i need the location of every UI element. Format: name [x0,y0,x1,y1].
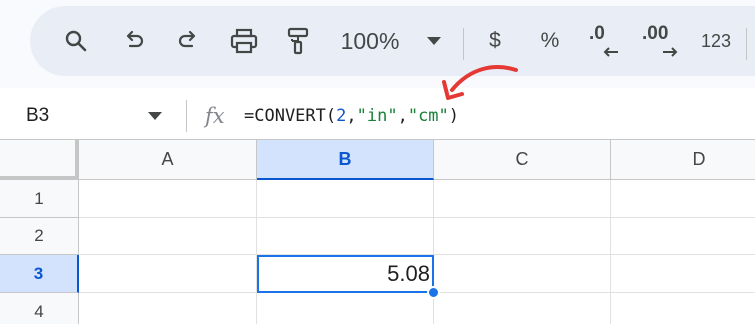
row-header-3[interactable]: 3 [0,255,79,293]
cell-c3[interactable] [434,255,611,293]
cell-d2[interactable] [611,218,755,255]
formula-to-unit: "cm" [407,106,449,126]
arrow-right-icon [663,47,678,57]
spreadsheet-grid: A B C D 1 2 3 4 5.08 [0,139,755,324]
row-header-4[interactable]: 4 [0,293,79,324]
fx-icon: fx [205,104,225,128]
cell-d1[interactable] [611,180,755,218]
annotation-arrow-icon [442,65,518,100]
arrow-left-icon [603,47,618,57]
toolbar: 100% $ % .0 .00 123 [30,6,755,76]
cell-c1[interactable] [434,180,611,218]
redo-button[interactable] [170,6,206,76]
paint-format-icon [287,27,309,55]
decrease-decimal-label: .0 [589,23,605,44]
toolbar-divider [463,28,464,60]
caret-down-icon [427,37,441,45]
cell-a1[interactable] [79,180,257,218]
cell-b4[interactable] [257,293,434,324]
search-icon [65,30,87,52]
select-all-corner[interactable] [0,140,79,180]
formula-from-unit: "in" [356,106,398,126]
fill-handle[interactable] [427,286,440,299]
row-header-1[interactable]: 1 [0,180,79,218]
cell-b2[interactable] [257,218,434,255]
formula-number: 2 [336,106,347,126]
formula-comma: , [346,106,357,126]
formula-bar: B3 fx =CONVERT(2, "in", "cm") [0,96,755,136]
percent-format-button[interactable]: % [536,6,564,76]
print-icon [230,28,258,54]
column-header-c[interactable]: C [434,140,611,180]
undo-icon [126,30,144,48]
more-formats-button[interactable]: 123 [696,6,736,76]
search-button[interactable] [58,6,94,76]
toolbar-divider [746,28,747,60]
toolbar-area: 100% $ % .0 .00 123 [0,0,755,88]
active-cell-outline [257,255,434,293]
decrease-decimal-button[interactable]: .0 [585,6,623,76]
formula-input[interactable]: =CONVERT(2, "in", "cm") [244,96,459,136]
cell-d4[interactable] [611,293,755,324]
cell-c2[interactable] [434,218,611,255]
formula-suffix: ) [448,106,460,126]
row-header-2[interactable]: 2 [0,218,79,255]
column-header-b[interactable]: B [257,140,434,180]
paint-format-button[interactable] [280,6,316,76]
cell-a3[interactable] [79,255,257,293]
zoom-value[interactable]: 100% [332,6,408,76]
formula-comma: , [397,106,408,126]
column-header-d[interactable]: D [611,140,755,180]
cell-a2[interactable] [79,218,257,255]
redo-icon [178,30,196,48]
caret-down-icon[interactable] [148,112,162,120]
name-box[interactable]: B3 [26,96,49,136]
print-button[interactable] [225,6,263,76]
formula-bar-divider [186,100,187,132]
cell-b1[interactable] [257,180,434,218]
undo-button[interactable] [116,6,152,76]
formula-prefix: =CONVERT( [244,106,337,126]
column-header-a[interactable]: A [79,140,257,180]
cell-c4[interactable] [434,293,611,324]
increase-decimal-label: .00 [642,23,669,44]
cell-a4[interactable] [79,293,257,324]
increase-decimal-button[interactable]: .00 [640,6,684,76]
cell-d3[interactable] [611,255,755,293]
